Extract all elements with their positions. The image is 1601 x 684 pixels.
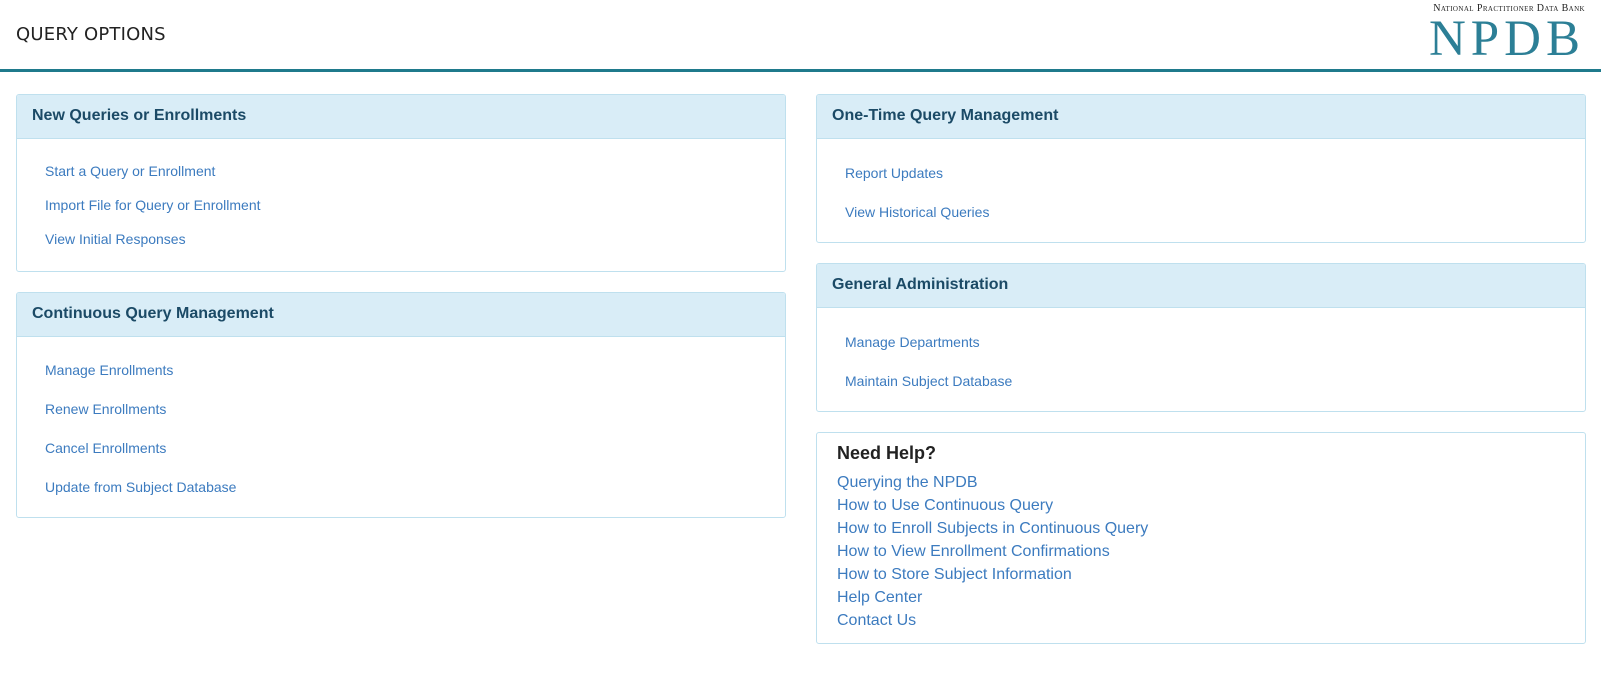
help-link-store-subject-info[interactable]: How to Store Subject Information [837, 563, 1565, 586]
manage-enrollments-link[interactable]: Manage Enrollments [45, 351, 757, 390]
view-historical-queries-link[interactable]: View Historical Queries [845, 193, 1557, 232]
need-help-panel: Need Help? Querying the NPDB How to Use … [816, 432, 1586, 644]
import-file-link[interactable]: Import File for Query or Enrollment [45, 188, 757, 222]
one-time-query-panel: One-Time Query Management Report Updates… [816, 94, 1586, 243]
logo-text: NPDB [1428, 11, 1585, 67]
renew-enrollments-link[interactable]: Renew Enrollments [45, 390, 757, 429]
general-administration-panel: General Administration Manage Department… [816, 263, 1586, 412]
help-link-help-center[interactable]: Help Center [837, 586, 1565, 609]
one-time-query-panel-body: Report Updates View Historical Queries [817, 139, 1585, 242]
manage-departments-link[interactable]: Manage Departments [845, 323, 1557, 362]
general-administration-panel-body: Manage Departments Maintain Subject Data… [817, 308, 1585, 411]
cancel-enrollments-link[interactable]: Cancel Enrollments [45, 429, 757, 468]
continuous-query-panel-body: Manage Enrollments Renew Enrollments Can… [17, 337, 785, 517]
help-link-continuous-query[interactable]: How to Use Continuous Query [837, 494, 1565, 517]
general-administration-panel-title: General Administration [817, 264, 1585, 308]
help-link-enroll-subjects[interactable]: How to Enroll Subjects in Continuous Que… [837, 517, 1565, 540]
new-queries-panel: New Queries or Enrollments Start a Query… [16, 94, 786, 272]
new-queries-panel-body: Start a Query or Enrollment Import File … [17, 139, 785, 271]
new-queries-panel-title: New Queries or Enrollments [17, 95, 785, 139]
continuous-query-panel-title: Continuous Query Management [17, 293, 785, 337]
page-header: QUERY OPTIONS National Practitioner Data… [0, 0, 1601, 72]
need-help-title: Need Help? [837, 443, 937, 463]
one-time-query-panel-title: One-Time Query Management [817, 95, 1585, 139]
view-initial-responses-link[interactable]: View Initial Responses [45, 222, 757, 256]
help-link-querying-npdb[interactable]: Querying the NPDB [837, 471, 1565, 494]
start-query-link[interactable]: Start a Query or Enrollment [45, 154, 757, 188]
report-updates-link[interactable]: Report Updates [845, 154, 1557, 193]
help-link-contact-us[interactable]: Contact Us [837, 609, 1565, 632]
npdb-logo[interactable]: National Practitioner Data Bank NPDB [1400, 3, 1585, 65]
update-from-subject-database-link[interactable]: Update from Subject Database [45, 468, 757, 507]
continuous-query-panel: Continuous Query Management Manage Enrol… [16, 292, 786, 518]
page-title: QUERY OPTIONS [16, 24, 166, 45]
maintain-subject-database-link[interactable]: Maintain Subject Database [845, 362, 1557, 401]
help-link-enrollment-confirmations[interactable]: How to View Enrollment Confirmations [837, 540, 1565, 563]
